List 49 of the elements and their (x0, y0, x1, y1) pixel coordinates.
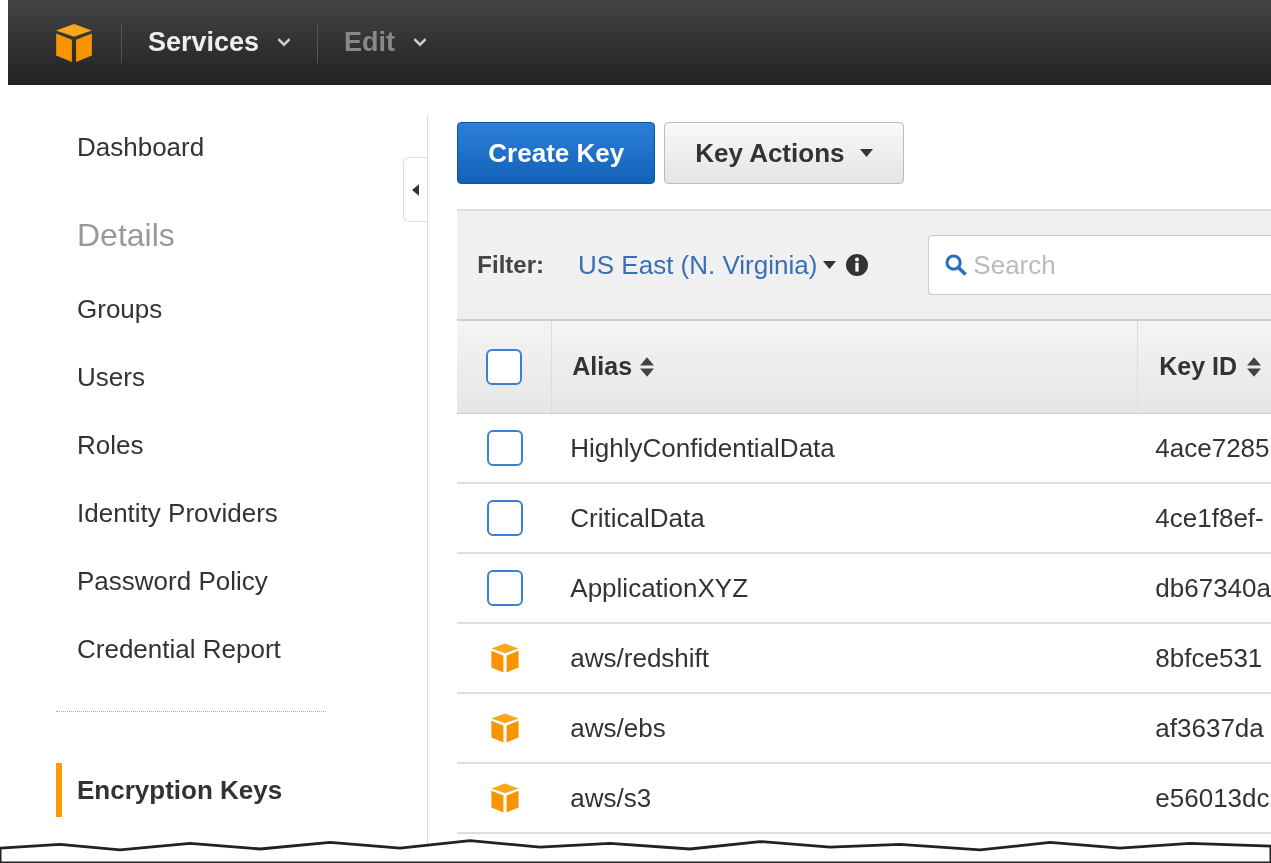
info-icon (846, 254, 869, 276)
filter-label: Filter: (477, 250, 544, 280)
sort-icon (1247, 357, 1262, 377)
table-cell-text: ApplicationXYZ (569, 571, 750, 605)
sidebar-item[interactable]: Groups (77, 289, 163, 329)
table-cell-text: aws/redshift (569, 641, 711, 675)
cube-icon (488, 642, 521, 674)
table-cell-text: db67340a (1154, 571, 1271, 605)
cube-icon (488, 712, 521, 744)
sort-icon (640, 357, 655, 377)
column-header[interactable]: Key ID (1138, 321, 1271, 413)
checkbox[interactable] (486, 500, 523, 536)
column-label: Key ID (1159, 351, 1238, 383)
chevron-down-icon (413, 38, 428, 47)
sidebar-item[interactable]: Password Policy (77, 561, 268, 601)
table-cell-text: 8bfce531 (1154, 641, 1264, 675)
sidebar-item[interactable]: Identity Providers (77, 493, 278, 533)
caret-icon (860, 149, 874, 157)
chevron-down-icon (277, 38, 292, 47)
cube-icon (53, 21, 95, 64)
search-field[interactable]: Search (928, 235, 1271, 295)
sidebar-item[interactable]: Dashboard (77, 127, 205, 167)
table-cell-text: af3637da (1154, 711, 1265, 745)
column-label: Alias (572, 351, 633, 383)
checkbox[interactable] (486, 430, 523, 466)
checkbox[interactable] (486, 349, 523, 385)
table-cell-text: e56013dc (1154, 781, 1271, 815)
caret-icon (823, 261, 837, 269)
cube-icon (488, 782, 521, 814)
table-cell-text: HighlyConfidentialData (569, 431, 836, 465)
collapse-tab[interactable] (403, 157, 428, 222)
table-cell-text: 4ce1f8ef- (1154, 501, 1265, 535)
sidebar-item[interactable]: Credential Report (77, 629, 281, 669)
region-dropdown[interactable]: US East (N. Virginia) (578, 245, 837, 285)
search-icon (944, 253, 969, 277)
sidebar-item[interactable]: Encryption Keys (77, 770, 283, 810)
table-cell-text: CriticalData (569, 501, 706, 535)
column-header[interactable]: Alias (552, 321, 1139, 413)
create-key-button[interactable]: Create Key (457, 122, 656, 184)
table-cell-text: 4ace7285 (1154, 431, 1271, 465)
sidebar-heading: Details (77, 216, 176, 255)
table-cell-text: aws/ebs (569, 711, 667, 745)
table-cell-text: aws/s3 (569, 781, 653, 815)
checkbox[interactable] (486, 570, 523, 606)
sidebar-item[interactable]: Roles (77, 425, 144, 465)
key-actions-button[interactable]: Key Actions (664, 122, 905, 184)
caret-left-icon (412, 183, 420, 196)
menu-button[interactable]: Services (148, 22, 292, 63)
sidebar-item[interactable]: Users (77, 357, 145, 397)
